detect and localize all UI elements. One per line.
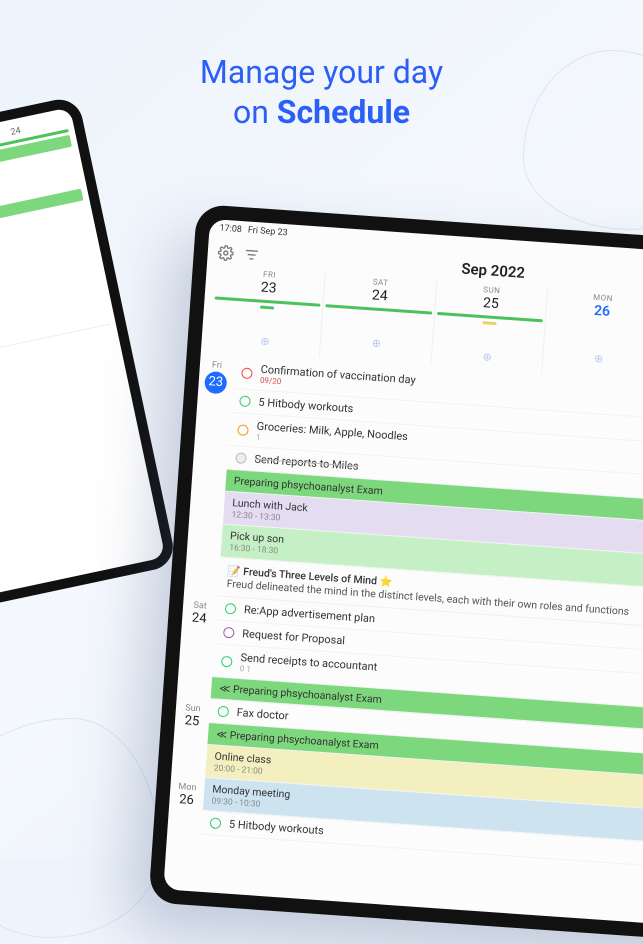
day-num: 26 bbox=[169, 791, 204, 808]
task-checkbox[interactable] bbox=[210, 817, 222, 829]
add-icon[interactable]: ⊕ bbox=[432, 347, 543, 368]
left-day-b: 24 bbox=[10, 126, 22, 138]
headline-prefix: on bbox=[233, 93, 277, 131]
tablet-left-mock: 2324 t Exam Re:App advertisement Request… bbox=[0, 95, 177, 614]
status-date: Fri Sep 23 bbox=[247, 226, 287, 239]
task-checkbox[interactable] bbox=[221, 655, 233, 667]
day-num: 25 bbox=[175, 713, 210, 730]
day-items: Confirmation of vaccination day09/20 5 H… bbox=[218, 356, 643, 634]
task-checkbox[interactable] bbox=[223, 627, 235, 639]
day-section-fri: Fri 23 Confirmation of vaccination day09… bbox=[184, 354, 643, 634]
tablet-left-screen: 2324 t Exam Re:App advertisement Request… bbox=[0, 107, 165, 603]
day-num: 24 bbox=[182, 610, 217, 627]
weekday-col-today[interactable]: MON 26 ⊕ bbox=[541, 288, 643, 382]
add-icon[interactable]: ⊕ bbox=[209, 331, 320, 352]
task-checkbox[interactable] bbox=[225, 603, 237, 615]
task-checkbox[interactable] bbox=[237, 424, 249, 436]
weekday-col[interactable]: SUN 25 ⊕ bbox=[430, 280, 547, 374]
settings-icon[interactable] bbox=[217, 242, 234, 262]
decor-blob-bottom bbox=[0, 718, 160, 938]
task-checkbox[interactable] bbox=[241, 367, 253, 379]
weekday-col[interactable]: SAT 24 ⊕ bbox=[319, 272, 436, 366]
task-checkbox[interactable] bbox=[235, 452, 247, 464]
app-screen: 17:08 Fri Sep 23 Sep 2022 FRI 23 ⊕ SAT 2… bbox=[163, 219, 643, 929]
note-icon: 📝 bbox=[227, 564, 244, 578]
headline-line1: Manage your day bbox=[200, 53, 443, 91]
agenda-list[interactable]: Fri 23 Confirmation of vaccination day09… bbox=[163, 354, 643, 930]
week-event-dash bbox=[482, 321, 496, 325]
task-checkbox[interactable] bbox=[217, 706, 229, 718]
headline-bold: Schedule bbox=[277, 93, 410, 131]
status-time: 17:08 bbox=[219, 224, 242, 236]
week-event-dash bbox=[260, 306, 274, 310]
tablet-main: 17:08 Fri Sep 23 Sep 2022 FRI 23 ⊕ SAT 2… bbox=[148, 204, 643, 944]
day-dow: Fri bbox=[212, 360, 223, 371]
add-icon[interactable]: ⊕ bbox=[321, 333, 432, 354]
weekday-col[interactable]: FRI 23 ⊕ bbox=[209, 264, 325, 357]
task-checkbox[interactable] bbox=[239, 395, 251, 407]
filter-icon[interactable] bbox=[243, 243, 260, 263]
day-label: Sun 25 bbox=[171, 697, 210, 778]
add-icon[interactable]: ⊕ bbox=[543, 348, 643, 369]
day-label: Mon 26 bbox=[167, 776, 205, 835]
headline: Manage your day on Schedule bbox=[0, 52, 643, 132]
day-num: 23 bbox=[204, 371, 227, 394]
